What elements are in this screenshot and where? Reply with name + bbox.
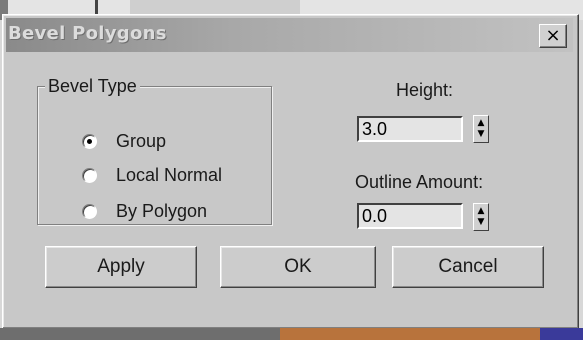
radio-group[interactable]: Group: [82, 129, 166, 153]
radio-local-normal-label[interactable]: Local Normal: [116, 165, 222, 186]
background-block: [540, 328, 583, 340]
close-button[interactable]: ×: [539, 24, 567, 48]
spinner-down-icon[interactable]: ▼: [478, 218, 485, 227]
height-label: Height:: [396, 80, 454, 100]
title-bar[interactable]: Bevel Polygons ×: [6, 18, 573, 52]
outline-amount-input[interactable]: [357, 203, 463, 229]
radio-group-label[interactable]: Group: [116, 131, 166, 152]
apply-button[interactable]: Apply: [45, 246, 197, 288]
background-block: [0, 328, 280, 340]
height-spinner[interactable]: ▲ ▼: [473, 115, 489, 143]
outline-amount-label: Outline Amount:: [355, 172, 484, 192]
radio-by-polygon-button[interactable]: [82, 203, 97, 219]
radio-group-button[interactable]: [82, 133, 97, 149]
close-icon: ×: [545, 25, 561, 46]
ok-button[interactable]: OK: [220, 246, 376, 288]
bevel-type-legend: Bevel Type: [45, 76, 140, 97]
height-input[interactable]: [357, 116, 463, 142]
spinner-up-icon[interactable]: ▲: [478, 207, 485, 216]
background-window-bottom: [0, 328, 583, 340]
spinner-down-icon[interactable]: ▼: [478, 130, 485, 139]
radio-local-normal[interactable]: Local Normal: [82, 163, 222, 187]
radio-by-polygon-label[interactable]: By Polygon: [116, 201, 207, 222]
radio-by-polygon[interactable]: By Polygon: [82, 199, 207, 223]
radio-local-normal-button[interactable]: [82, 167, 97, 183]
background-block: [130, 0, 300, 15]
cancel-button[interactable]: Cancel: [392, 246, 544, 288]
background-block: [280, 328, 540, 340]
spinner-up-icon[interactable]: ▲: [478, 119, 485, 128]
dialog-title: Bevel Polygons: [8, 23, 167, 44]
outline-amount-spinner[interactable]: ▲ ▼: [473, 203, 489, 231]
